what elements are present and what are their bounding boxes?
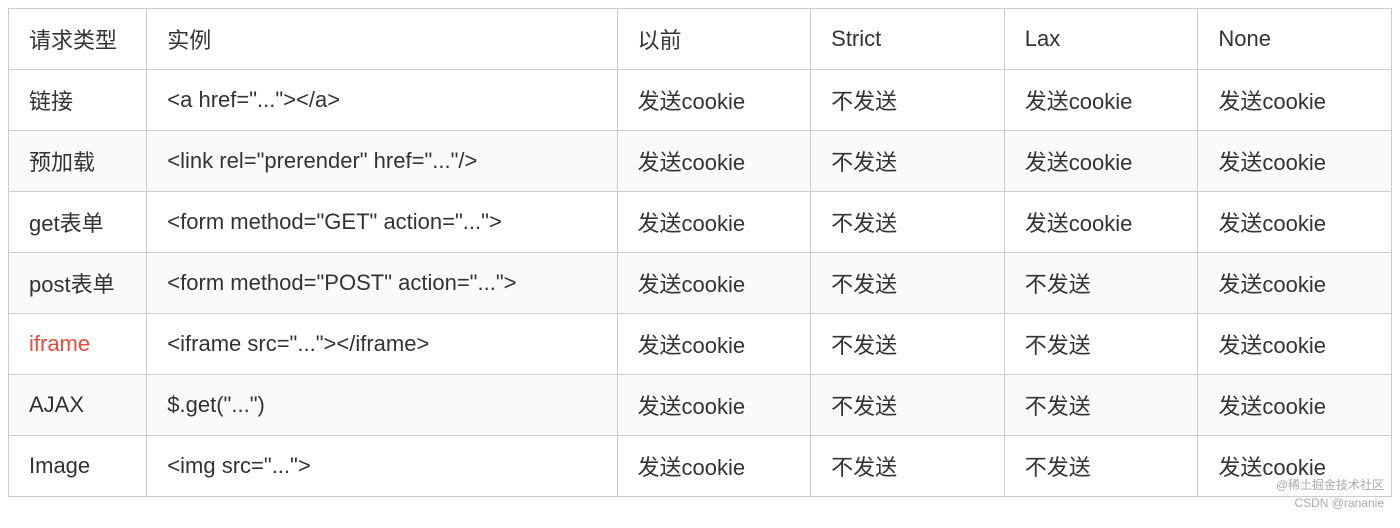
cell-type: post表单 — [9, 253, 147, 314]
cell-strict: 不发送 — [811, 314, 1005, 375]
header-row: 请求类型 实例 以前 Strict Lax None — [9, 9, 1392, 70]
cell-type: 预加载 — [9, 131, 147, 192]
cell-type: iframe — [9, 314, 147, 375]
cell-strict: 不发送 — [811, 70, 1005, 131]
cell-example: <iframe src="..."></iframe> — [147, 314, 617, 375]
header-strict: Strict — [811, 9, 1005, 70]
cell-strict: 不发送 — [811, 131, 1005, 192]
cell-none: 发送cookie — [1198, 253, 1392, 314]
table-row: AJAX$.get("...")发送cookie不发送不发送发送cookie — [9, 375, 1392, 436]
cell-none: 发送cookie — [1198, 131, 1392, 192]
table-row: iframe<iframe src="..."></iframe>发送cooki… — [9, 314, 1392, 375]
cell-before: 发送cookie — [617, 253, 811, 314]
watermark-line2: CSDN @rananie — [1276, 494, 1384, 512]
header-none: None — [1198, 9, 1392, 70]
cell-before: 发送cookie — [617, 314, 811, 375]
cell-example: <link rel="prerender" href="..."/> — [147, 131, 617, 192]
cell-none: 发送cookie — [1198, 375, 1392, 436]
cell-lax: 不发送 — [1004, 253, 1198, 314]
cell-before: 发送cookie — [617, 131, 811, 192]
samesite-table: 请求类型 实例 以前 Strict Lax None 链接<a href="..… — [8, 8, 1392, 497]
table-row: Image<img src="...">发送cookie不发送不发送发送cook… — [9, 436, 1392, 497]
header-example: 实例 — [147, 9, 617, 70]
cell-none: 发送cookie — [1198, 314, 1392, 375]
cell-example: <img src="..."> — [147, 436, 617, 497]
table-row: get表单<form method="GET" action="...">发送c… — [9, 192, 1392, 253]
cell-strict: 不发送 — [811, 253, 1005, 314]
header-type: 请求类型 — [9, 9, 147, 70]
cell-type: Image — [9, 436, 147, 497]
watermark-line1: @稀土掘金技术社区 — [1276, 476, 1384, 494]
table-row: 预加载<link rel="prerender" href="..."/>发送c… — [9, 131, 1392, 192]
cell-lax: 不发送 — [1004, 436, 1198, 497]
cell-lax: 发送cookie — [1004, 70, 1198, 131]
table-row: 链接<a href="..."></a>发送cookie不发送发送cookie发… — [9, 70, 1392, 131]
cell-example: <form method="GET" action="..."> — [147, 192, 617, 253]
cell-lax: 发送cookie — [1004, 192, 1198, 253]
cell-lax: 不发送 — [1004, 375, 1198, 436]
cell-before: 发送cookie — [617, 70, 811, 131]
header-lax: Lax — [1004, 9, 1198, 70]
cell-before: 发送cookie — [617, 375, 811, 436]
cell-none: 发送cookie — [1198, 70, 1392, 131]
table-container: 请求类型 实例 以前 Strict Lax None 链接<a href="..… — [8, 8, 1392, 520]
cell-strict: 不发送 — [811, 375, 1005, 436]
cell-before: 发送cookie — [617, 436, 811, 497]
cell-none: 发送cookie — [1198, 192, 1392, 253]
watermark: @稀土掘金技术社区 CSDN @rananie — [1276, 476, 1384, 512]
table-row: post表单<form method="POST" action="...">发… — [9, 253, 1392, 314]
cell-example: $.get("...") — [147, 375, 617, 436]
cell-type: 链接 — [9, 70, 147, 131]
cell-example: <form method="POST" action="..."> — [147, 253, 617, 314]
cell-example: <a href="..."></a> — [147, 70, 617, 131]
header-before: 以前 — [617, 9, 811, 70]
cell-before: 发送cookie — [617, 192, 811, 253]
cell-lax: 发送cookie — [1004, 131, 1198, 192]
cell-type: AJAX — [9, 375, 147, 436]
cell-strict: 不发送 — [811, 192, 1005, 253]
cell-lax: 不发送 — [1004, 314, 1198, 375]
table-body: 链接<a href="..."></a>发送cookie不发送发送cookie发… — [9, 70, 1392, 497]
cell-strict: 不发送 — [811, 436, 1005, 497]
cell-type: get表单 — [9, 192, 147, 253]
